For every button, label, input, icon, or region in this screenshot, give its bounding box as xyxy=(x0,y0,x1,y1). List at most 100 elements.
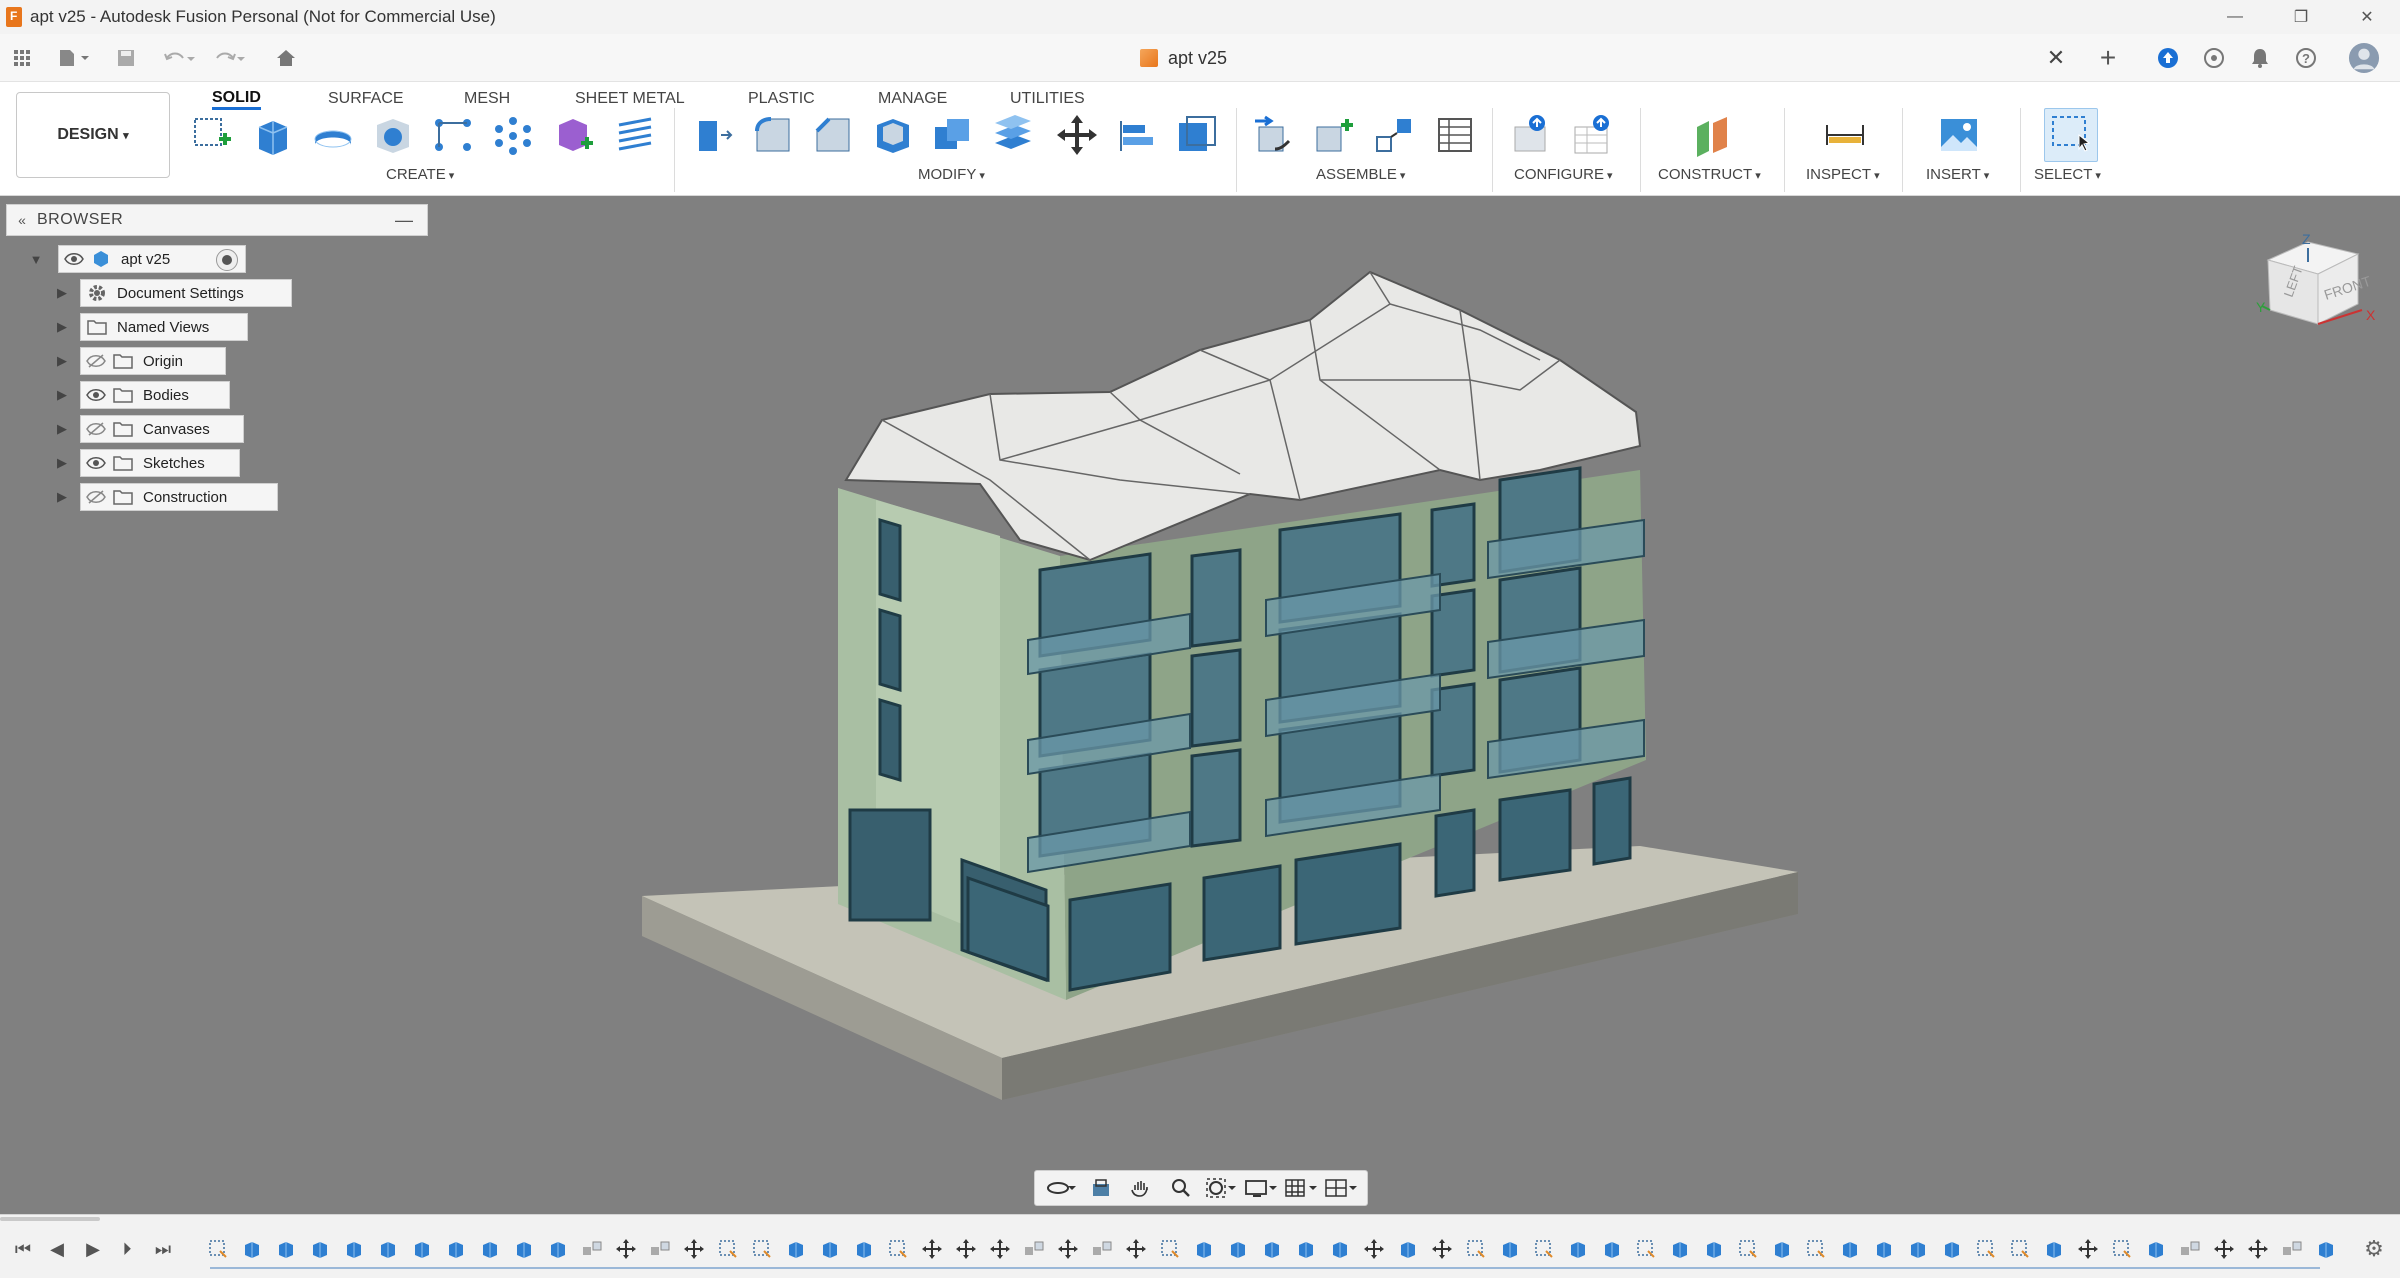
tree-node-document-settings[interactable]: Document Settings xyxy=(80,279,292,307)
workspace-switcher-button[interactable]: DESIGN ▾ xyxy=(16,92,170,178)
timeline-feature-extrude-icon[interactable] xyxy=(512,1237,536,1261)
avatar[interactable] xyxy=(2348,42,2380,74)
minimize-icon[interactable]: — xyxy=(2202,0,2268,34)
upload-icon[interactable] xyxy=(2152,42,2184,74)
step-forward-icon[interactable]: ⏵ xyxy=(112,1235,142,1263)
bell-icon[interactable] xyxy=(2244,42,2276,74)
pan-icon[interactable] xyxy=(1125,1173,1157,1203)
press-pull-icon[interactable] xyxy=(690,112,736,158)
chamfer-icon[interactable] xyxy=(810,112,856,158)
timeline-feature-joint-icon[interactable] xyxy=(648,1237,672,1261)
timeline-feature-extrude-icon[interactable] xyxy=(1872,1237,1896,1261)
chevron-right-icon[interactable]: ▶ xyxy=(52,381,72,409)
timeline-feature-extrude-icon[interactable] xyxy=(546,1237,570,1261)
timeline-feature-extrude-icon[interactable] xyxy=(1838,1237,1862,1261)
chevron-down-icon[interactable]: ▼ xyxy=(26,245,46,273)
fillet-icon[interactable] xyxy=(750,112,796,158)
skip-end-icon[interactable]: ⏭ xyxy=(148,1235,178,1263)
timeline-feature-move-icon[interactable] xyxy=(2246,1237,2270,1261)
timeline-feature-extrude-icon[interactable] xyxy=(818,1237,842,1261)
timeline-feature-sketch-icon[interactable] xyxy=(1158,1237,1182,1261)
look-at-icon[interactable] xyxy=(1085,1173,1117,1203)
timeline-feature-extrude-icon[interactable] xyxy=(1770,1237,1794,1261)
combine-icon[interactable] xyxy=(930,112,976,158)
timeline-feature-sketch-icon[interactable] xyxy=(1464,1237,1488,1261)
skip-start-icon[interactable]: ⏮ xyxy=(8,1235,38,1263)
timeline-feature-joint-icon[interactable] xyxy=(580,1237,604,1261)
timeline-feature-sketch-icon[interactable] xyxy=(2110,1237,2134,1261)
measure-icon[interactable] xyxy=(1822,112,1868,158)
step-back-icon[interactable]: ◀ xyxy=(42,1235,72,1263)
align-icon[interactable] xyxy=(1114,112,1160,158)
timeline-feature-move-icon[interactable] xyxy=(920,1237,944,1261)
timeline-feature-move-icon[interactable] xyxy=(682,1237,706,1261)
timeline-feature-extrude-icon[interactable] xyxy=(1906,1237,1930,1261)
eye-icon[interactable] xyxy=(59,246,89,272)
configuration-table-icon[interactable] xyxy=(1572,112,1618,158)
timeline-feature-extrude-icon[interactable] xyxy=(1566,1237,1590,1261)
timeline-feature-joint-icon[interactable] xyxy=(2280,1237,2304,1261)
bill-of-materials-icon[interactable] xyxy=(1432,112,1478,158)
thread-icon[interactable] xyxy=(612,112,658,158)
timeline-feature-sketch-icon[interactable] xyxy=(750,1237,774,1261)
chevron-right-icon[interactable]: ▶ xyxy=(52,449,72,477)
eye-hidden-icon[interactable] xyxy=(81,416,111,442)
timeline-feature-extrude-icon[interactable] xyxy=(1192,1237,1216,1261)
configure-menu[interactable]: CONFIGURE xyxy=(1514,166,1613,183)
timeline-feature-extrude-icon[interactable] xyxy=(1396,1237,1420,1261)
timeline-feature-extrude-icon[interactable] xyxy=(2042,1237,2066,1261)
timeline-feature-sketch-icon[interactable] xyxy=(1532,1237,1556,1261)
fit-icon[interactable] xyxy=(1205,1173,1237,1203)
extrude-icon[interactable] xyxy=(250,112,296,158)
eye-hidden-icon[interactable] xyxy=(81,484,111,510)
configure-icon[interactable] xyxy=(1512,112,1558,158)
offset-face-icon[interactable] xyxy=(990,112,1036,158)
chevron-right-icon[interactable]: ▶ xyxy=(52,347,72,375)
play-icon[interactable]: ▶ xyxy=(78,1235,108,1263)
tree-node-construction[interactable]: Construction xyxy=(80,483,278,511)
redo-icon[interactable] xyxy=(210,44,250,72)
timeline-feature-extrude-icon[interactable] xyxy=(1702,1237,1726,1261)
timeline-feature-extrude-icon[interactable] xyxy=(1294,1237,1318,1261)
timeline-feature-extrude-icon[interactable] xyxy=(852,1237,876,1261)
timeline-feature-extrude-icon[interactable] xyxy=(2314,1237,2338,1261)
tab-plastic[interactable]: PLASTIC xyxy=(748,82,815,108)
create-form-icon[interactable] xyxy=(552,112,598,158)
chevron-right-icon[interactable]: ▶ xyxy=(52,415,72,443)
timeline-feature-extrude-icon[interactable] xyxy=(308,1237,332,1261)
timeline-feature-sketch-icon[interactable] xyxy=(206,1237,230,1261)
close-icon[interactable]: ✕ xyxy=(2334,0,2400,34)
construct-menu[interactable]: CONSTRUCT xyxy=(1658,166,1761,183)
document-tab[interactable]: apt v25 xyxy=(1140,34,1227,82)
timeline-feature-extrude-icon[interactable] xyxy=(2144,1237,2168,1261)
tab-sheet-metal[interactable]: SHEET METAL xyxy=(575,82,685,108)
shell-icon[interactable] xyxy=(870,112,916,158)
timeline-feature-extrude-icon[interactable] xyxy=(1226,1237,1250,1261)
move-copy-icon[interactable] xyxy=(1054,112,1100,158)
tree-node-named-views[interactable]: Named Views xyxy=(80,313,248,341)
orbit-icon[interactable] xyxy=(1045,1173,1077,1203)
timeline-feature-extrude-icon[interactable] xyxy=(1940,1237,1964,1261)
help-icon[interactable]: ? xyxy=(2290,42,2322,74)
minimize-panel-icon[interactable]: — xyxy=(395,210,413,231)
timeline-feature-extrude-icon[interactable] xyxy=(274,1237,298,1261)
create-menu[interactable]: CREATE xyxy=(386,166,454,183)
tree-node-sketches[interactable]: Sketches xyxy=(80,449,240,477)
timeline-feature-move-icon[interactable] xyxy=(1056,1237,1080,1261)
timeline-feature-joint-icon[interactable] xyxy=(1090,1237,1114,1261)
collapse-panel-icon[interactable]: « xyxy=(7,212,37,228)
tree-node-origin[interactable]: Origin xyxy=(80,347,226,375)
plus-icon[interactable]: + xyxy=(2092,42,2124,74)
gear-icon[interactable]: ⚙ xyxy=(2360,1235,2388,1263)
timeline-feature-extrude-icon[interactable] xyxy=(1600,1237,1624,1261)
tree-node-bodies[interactable]: Bodies xyxy=(80,381,230,409)
revolve-icon[interactable] xyxy=(310,112,356,158)
eye-icon[interactable] xyxy=(81,382,111,408)
timeline-feature-sketch-icon[interactable] xyxy=(716,1237,740,1261)
timeline-feature-extrude-icon[interactable] xyxy=(1260,1237,1284,1261)
joint-icon[interactable] xyxy=(1312,112,1358,158)
timeline-feature-sketch-icon[interactable] xyxy=(2008,1237,2032,1261)
timeline-feature-sketch-icon[interactable] xyxy=(1804,1237,1828,1261)
timeline-feature-extrude-icon[interactable] xyxy=(376,1237,400,1261)
select-icon[interactable] xyxy=(2044,108,2098,162)
